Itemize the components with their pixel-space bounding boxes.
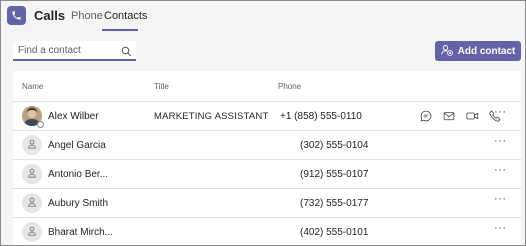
chat-icon[interactable] [418,108,434,124]
tab-contacts[interactable]: Contacts [104,10,147,22]
person-placeholder-icon [27,136,37,154]
column-header-name[interactable]: Name [22,82,43,91]
active-tab-indicator [102,29,138,31]
contact-phone[interactable]: (402) 555-0101 [300,227,368,238]
contact-name: Alex Wilber [48,111,99,122]
more-options-icon[interactable]: ··· [494,164,507,176]
avatar[interactable] [22,193,42,213]
contact-phone[interactable]: +1 (858) 555-0110 [280,111,362,122]
contact-row[interactable]: Aubury Smith (732) 555-0177 ··· [13,189,521,218]
contact-name: Aubury Smith [48,198,109,209]
search-box[interactable] [13,41,136,61]
tab-phone[interactable]: Phone [71,10,103,22]
contact-actions [418,108,503,124]
contact-row[interactable]: Angel Garcia (302) 555-0104 ··· [13,131,521,160]
add-contact-button[interactable]: Add contact [435,41,521,61]
contact-row[interactable]: Bharat Mirch... (402) 555-0101 ··· [13,218,521,245]
avatar[interactable] [22,135,42,155]
table-header: Name Title Phone [13,71,521,102]
contact-name: Angel Garcia [48,140,106,151]
column-header-phone[interactable]: Phone [278,82,301,91]
search-input[interactable] [13,41,118,59]
add-contact-icon [440,44,453,59]
contact-row[interactable]: Antonio Ber... (912) 555-0107 ··· [13,160,521,189]
person-placeholder-icon [27,194,37,212]
contact-row[interactable]: Alex Wilber MARKETING ASSISTANT +1 (858)… [13,102,521,131]
presence-status-icon [37,121,44,128]
more-options-icon[interactable]: ··· [494,222,507,234]
contact-title: MARKETING ASSISTANT [154,111,269,122]
add-contact-label: Add contact [457,45,516,57]
app-title: Calls [34,8,66,23]
avatar[interactable] [22,164,42,184]
calls-app-window: Calls Phone Contacts Add contact Name Ti… [0,0,526,246]
column-header-title[interactable]: Title [154,82,169,91]
more-options-icon[interactable]: ··· [494,106,507,118]
contact-phone[interactable]: (912) 555-0107 [300,169,368,180]
contact-phone[interactable]: (302) 555-0104 [300,140,368,151]
avatar[interactable] [22,222,42,242]
contacts-table: Name Title Phone Alex Wilber MARKETING A… [13,71,521,245]
more-options-icon[interactable]: ··· [494,193,507,205]
contact-name: Bharat Mirch... [48,227,114,238]
video-icon[interactable] [464,108,480,124]
person-placeholder-icon [27,223,37,241]
more-options-icon[interactable]: ··· [494,135,507,147]
contact-name: Antonio Ber... [48,169,109,180]
mail-icon[interactable] [441,108,457,124]
person-placeholder-icon [27,165,37,183]
avatar[interactable] [22,106,44,128]
phone-app-icon [7,6,26,25]
contact-phone[interactable]: (732) 555-0177 [300,198,368,209]
search-icon[interactable] [121,44,132,62]
